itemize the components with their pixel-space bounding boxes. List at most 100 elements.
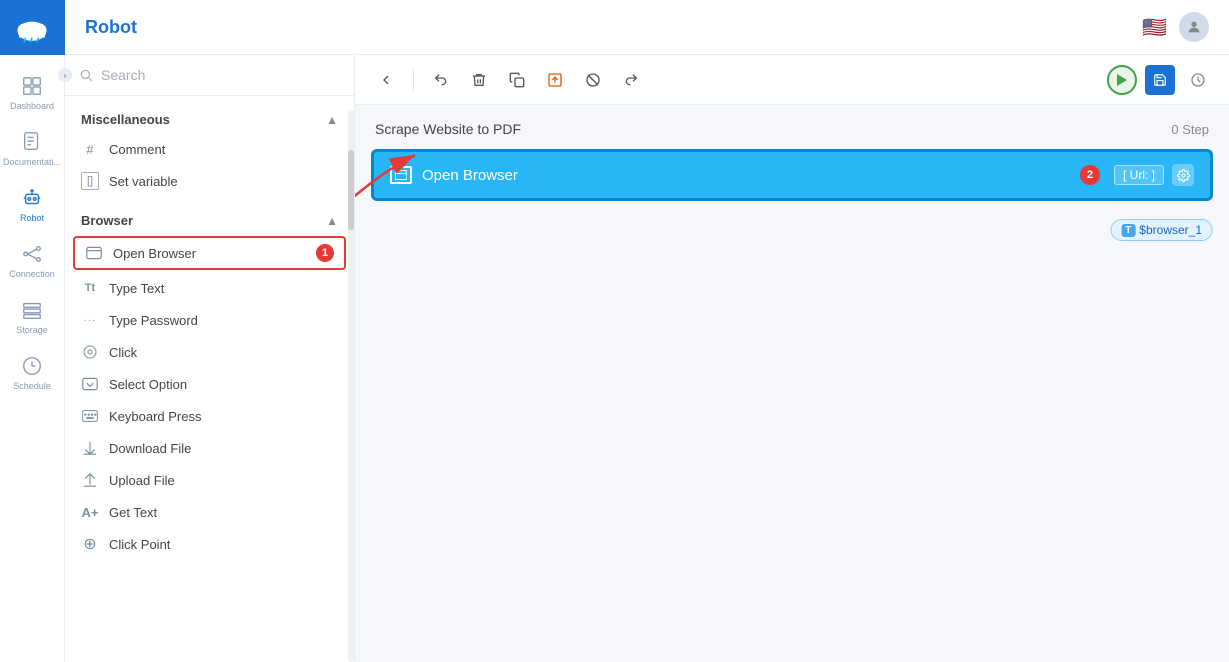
component-item-upload-file[interactable]: Upload File: [65, 464, 354, 496]
comment-label: Comment: [109, 142, 165, 157]
component-item-click-point[interactable]: ⊕ Click Point: [65, 528, 354, 560]
open-browser-icon: [85, 244, 103, 262]
block-right: [ Url: ]: [1114, 164, 1194, 186]
block-window-icon: [395, 170, 407, 180]
sidebar-label-connection: Connection: [9, 269, 55, 279]
open-browser-label: Open Browser: [113, 246, 196, 261]
user-avatar[interactable]: [1179, 12, 1209, 42]
upload-file-icon: [81, 471, 99, 489]
play-icon: [1117, 74, 1127, 86]
set-variable-icon: []: [81, 172, 99, 190]
click-point-label: Click Point: [109, 537, 170, 552]
copy-btn[interactable]: [502, 65, 532, 95]
browser-label: Browser: [81, 213, 133, 228]
annotation-2: 2: [1080, 165, 1100, 185]
sidebar-item-storage[interactable]: Storage: [0, 289, 64, 345]
gear-icon: [1177, 169, 1190, 182]
upload-icon: [83, 472, 97, 488]
documentation-icon: [21, 131, 43, 153]
section-browser[interactable]: Browser ▲: [65, 205, 354, 234]
component-item-open-browser[interactable]: Open Browser 1: [73, 236, 346, 270]
main-wrapper: Robot 🇺🇸: [65, 0, 1229, 662]
component-item-type-text[interactable]: Tt Type Text: [65, 272, 354, 304]
redo-btn[interactable]: [616, 65, 646, 95]
save-btn[interactable]: [1145, 65, 1175, 95]
sidebar-label-robot: Robot: [20, 213, 44, 223]
sidebar-collapse-btn[interactable]: ›: [58, 68, 72, 82]
type-password-icon: ···: [81, 311, 99, 329]
url-badge: [ Url: ]: [1114, 165, 1164, 185]
var-type-icon: T: [1121, 224, 1135, 237]
download-file-icon: [81, 439, 99, 457]
sidebar-item-dashboard[interactable]: Dashboard: [0, 65, 64, 121]
type-text-label: Type Text: [109, 281, 164, 296]
step-count: 0 Step: [1171, 122, 1209, 137]
component-item-keyboard-press[interactable]: Keyboard Press: [65, 400, 354, 432]
back-btn[interactable]: [371, 65, 401, 95]
select-option-icon: [81, 375, 99, 393]
undo-btn[interactable]: [426, 65, 456, 95]
run-btn[interactable]: [1107, 65, 1137, 95]
workspace-toolbar: [355, 55, 1229, 105]
gear-btn[interactable]: [1172, 164, 1194, 186]
browser-variable: T $browser_1: [1110, 219, 1213, 241]
sidebar-item-schedule[interactable]: Schedule: [0, 345, 64, 401]
components-panel: Miscellaneous ▲ # Comment [] Set variabl…: [65, 55, 355, 662]
app-title: Robot: [85, 17, 137, 38]
delete-btn[interactable]: [464, 65, 494, 95]
history-btn[interactable]: [1183, 65, 1213, 95]
scrollbar-thumb[interactable]: [348, 150, 354, 230]
component-item-type-password[interactable]: ··· Type Password: [65, 304, 354, 336]
cloud-logo-icon: [16, 12, 48, 44]
sidebar-item-connection[interactable]: Connection: [0, 233, 64, 289]
search-bar: [65, 55, 354, 96]
toolbar-sep-1: [413, 69, 414, 91]
robot-icon: [21, 187, 43, 209]
section-miscellaneous[interactable]: Miscellaneous ▲: [65, 104, 354, 133]
sidebar-item-robot[interactable]: Robot: [0, 177, 64, 233]
search-input[interactable]: [101, 67, 340, 83]
components-list: Miscellaneous ▲ # Comment [] Set variabl…: [65, 96, 354, 662]
undo-icon: [433, 72, 449, 88]
header-right: 🇺🇸: [1142, 12, 1209, 42]
copy-icon: [509, 72, 525, 88]
keyboard-press-label: Keyboard Press: [109, 409, 202, 424]
sidebar-label-schedule: Schedule: [13, 381, 51, 391]
get-text-icon: A+: [81, 503, 99, 521]
stop-icon: [585, 72, 601, 88]
sidebar-nav: › Dashboard Documentati...: [0, 0, 65, 662]
variable-name: $browser_1: [1139, 223, 1202, 237]
flow-title: Scrape Website to PDF: [375, 121, 521, 137]
keyboard-press-icon: [81, 407, 99, 425]
open-browser-block[interactable]: Open Browser 2 [ Url: ]: [371, 149, 1213, 201]
annotation-1: 1: [316, 244, 334, 262]
keyboard-icon: [82, 409, 98, 423]
stop-btn[interactable]: [578, 65, 608, 95]
click-label: Click: [109, 345, 137, 360]
block-title: Open Browser: [422, 167, 1070, 184]
content-body: Miscellaneous ▲ # Comment [] Set variabl…: [65, 55, 1229, 662]
miscellaneous-label: Miscellaneous: [81, 112, 170, 127]
save-icon: [1153, 73, 1167, 87]
sidebar-item-documentation[interactable]: Documentati...: [0, 121, 64, 177]
component-item-click[interactable]: Click: [65, 336, 354, 368]
sidebar-label-dashboard: Dashboard: [10, 101, 54, 111]
download-icon: [83, 440, 97, 456]
sidebar-label-storage: Storage: [16, 325, 48, 335]
cursor-icon: [82, 344, 98, 360]
workspace: Scrape Website to PDF 0 Step Open Browse…: [355, 55, 1229, 662]
redo-icon: [623, 72, 639, 88]
move-btn[interactable]: [540, 65, 570, 95]
get-text-label: Get Text: [109, 505, 157, 520]
type-password-label: Type Password: [109, 313, 198, 328]
sidebar-nav-items: Dashboard Documentati... Robot: [0, 55, 64, 401]
connection-icon: [21, 243, 43, 265]
top-header: Robot 🇺🇸: [65, 0, 1229, 55]
language-flag-icon[interactable]: 🇺🇸: [1142, 15, 1167, 40]
component-item-set-variable[interactable]: [] Set variable: [65, 165, 354, 197]
component-item-comment[interactable]: # Comment: [65, 133, 354, 165]
component-item-select-option[interactable]: Select Option: [65, 368, 354, 400]
browser-window-icon: [86, 246, 102, 260]
component-item-download-file[interactable]: Download File: [65, 432, 354, 464]
component-item-get-text[interactable]: A+ Get Text: [65, 496, 354, 528]
